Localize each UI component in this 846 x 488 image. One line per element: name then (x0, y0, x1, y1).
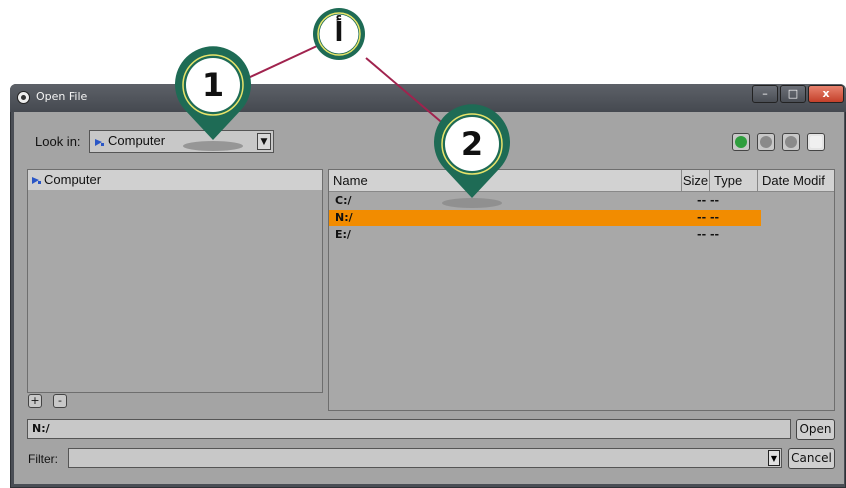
callout-1-shadow (183, 141, 243, 151)
connector-line-2 (365, 57, 447, 127)
callout-2-shadow (442, 198, 502, 208)
callout-top-label: أ (334, 18, 344, 48)
connector-line-1 (247, 45, 318, 79)
callout-1-label: 1 (201, 66, 225, 104)
annotation-overlay (175, 8, 511, 208)
callout-2-label: 2 (460, 125, 484, 163)
